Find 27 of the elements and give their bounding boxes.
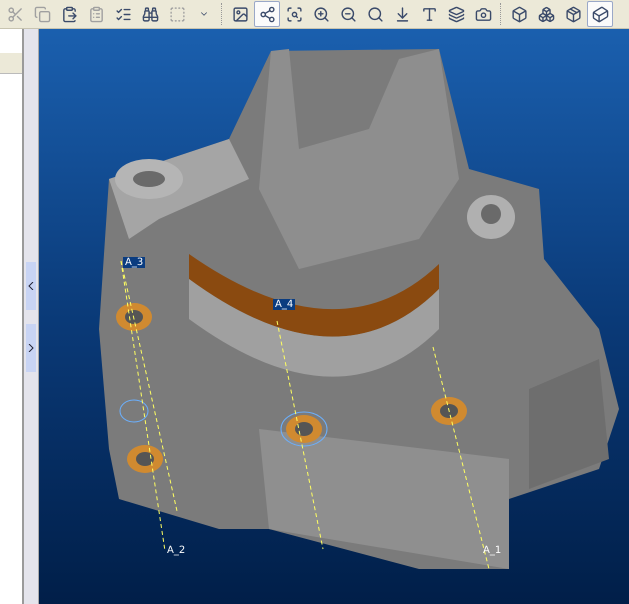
image-icon [232,6,248,22]
collapse-tab[interactable] [26,262,36,310]
expand-tab[interactable] [26,324,36,372]
chevron-left-icon [28,282,34,290]
axis-label: A_2 [166,545,186,556]
cube-icon [510,6,528,22]
magnifier-icon [366,6,384,22]
zoom-out-icon [340,6,356,22]
cut-icon [6,6,24,22]
panel-header [0,53,22,74]
chevron-right-icon [28,344,34,352]
package-icon [564,6,582,22]
layers-icon [448,6,464,22]
paste-special-icon [88,6,104,22]
copy-icon [34,6,50,22]
axis-label: A_4 [273,299,296,310]
axis-label: A_3 [123,257,146,268]
nodes-button[interactable] [254,1,280,27]
zoom-in-icon [312,6,330,22]
camera-icon [474,6,492,22]
scan-icon [286,6,302,22]
dashed-box-icon [168,6,186,22]
nodes-icon [258,6,276,22]
cubes-icon [538,6,554,22]
binoculars-icon [142,6,158,22]
axis-label: A_1 [482,545,502,556]
paste-icon [60,6,78,22]
